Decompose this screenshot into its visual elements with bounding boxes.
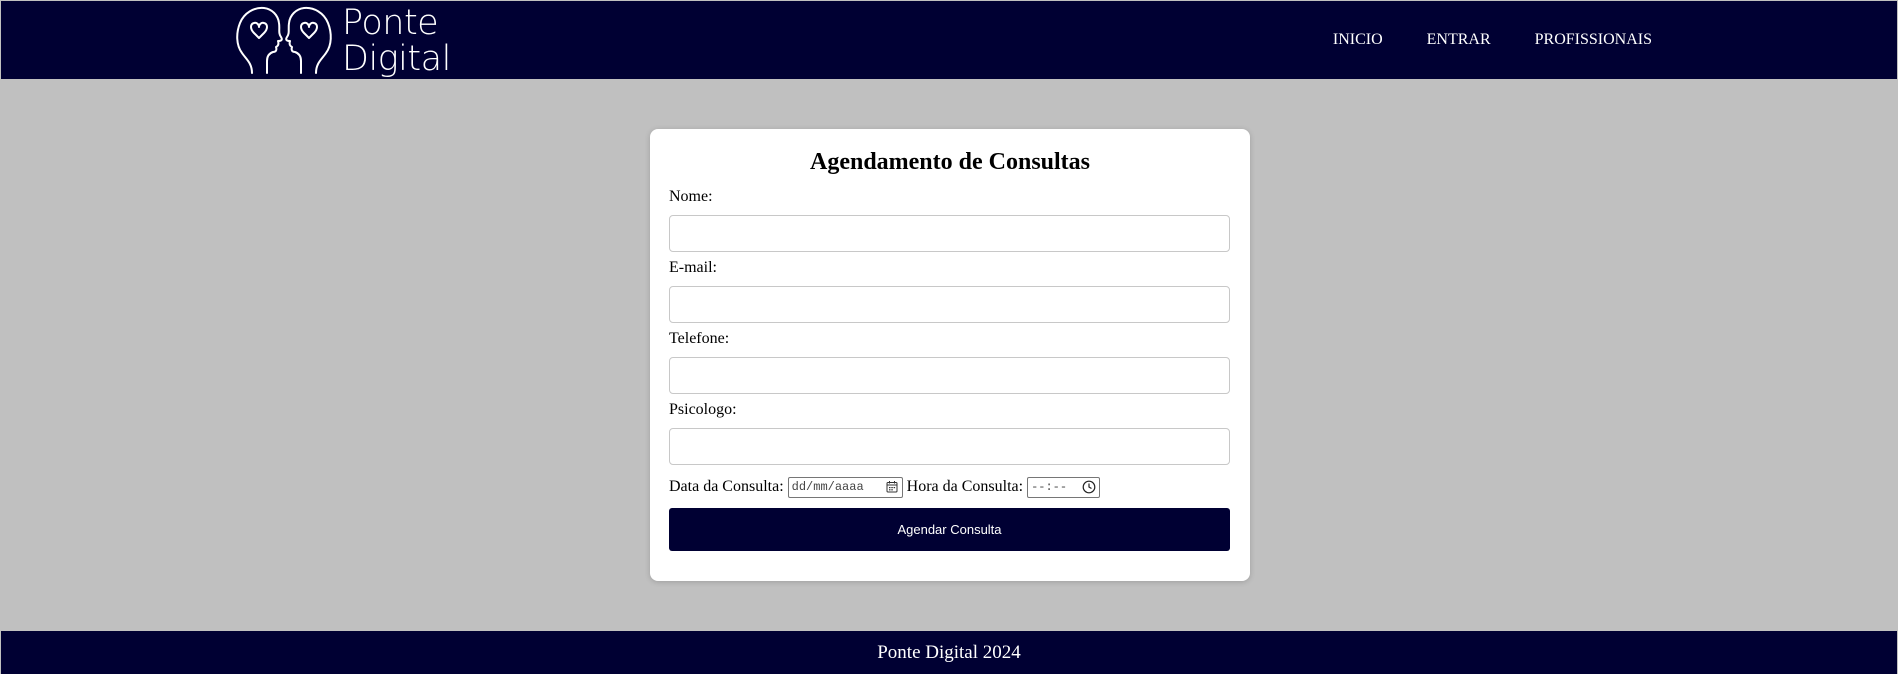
phone-label: Telefone: bbox=[669, 330, 730, 347]
date-input[interactable]: dd/mm/aaaa bbox=[787, 476, 903, 498]
nav-link-inicio[interactable]: INICIO bbox=[1333, 31, 1383, 49]
date-label: Data da Consulta: bbox=[669, 478, 784, 495]
logo-text: Ponte Digital bbox=[342, 5, 451, 77]
nav-link-entrar[interactable]: ENTRAR bbox=[1427, 31, 1491, 49]
psychologist-input[interactable] bbox=[669, 428, 1230, 465]
psychologist-label: Psicologo: bbox=[669, 401, 737, 418]
form-title: Agendamento de Consultas bbox=[809, 149, 1091, 175]
email-label: E-mail: bbox=[669, 259, 717, 276]
nav-link-profissionais[interactable]: PROFISSIONAIS bbox=[1535, 31, 1652, 49]
logo-line2: Digital bbox=[342, 39, 451, 79]
schedule-appointment-button[interactable]: Agendar Consulta bbox=[669, 508, 1230, 551]
calendar-icon[interactable] bbox=[885, 480, 899, 494]
time-placeholder: --:-- bbox=[1031, 480, 1068, 494]
logo-line1: Ponte bbox=[342, 3, 439, 43]
logo-faces-icon bbox=[236, 6, 332, 74]
footer-text: Ponte Digital 2024 bbox=[877, 641, 1021, 663]
site-footer: Ponte Digital 2024 bbox=[1, 631, 1897, 674]
time-label: Hora da Consulta: bbox=[906, 478, 1024, 495]
email-input[interactable] bbox=[669, 286, 1230, 323]
name-input[interactable] bbox=[669, 215, 1230, 252]
appointment-form-card: Agendamento de Consultas Nome: E-mail: T… bbox=[650, 129, 1250, 581]
clock-icon[interactable] bbox=[1082, 480, 1096, 494]
name-label: Nome: bbox=[669, 188, 713, 205]
time-input[interactable]: --:-- bbox=[1027, 476, 1101, 498]
date-placeholder: dd/mm/aaaa bbox=[791, 480, 864, 494]
main-nav: INICIO ENTRAR PROFISSIONAIS bbox=[1333, 1, 1652, 79]
logo[interactable]: Ponte Digital bbox=[232, 3, 462, 77]
datetime-row: Data da Consulta: dd/mm/aaaa Hora da Con… bbox=[669, 475, 1231, 499]
site-header: Ponte Digital INICIO ENTRAR PROFISSIONAI… bbox=[1, 1, 1897, 79]
phone-input[interactable] bbox=[669, 357, 1230, 394]
